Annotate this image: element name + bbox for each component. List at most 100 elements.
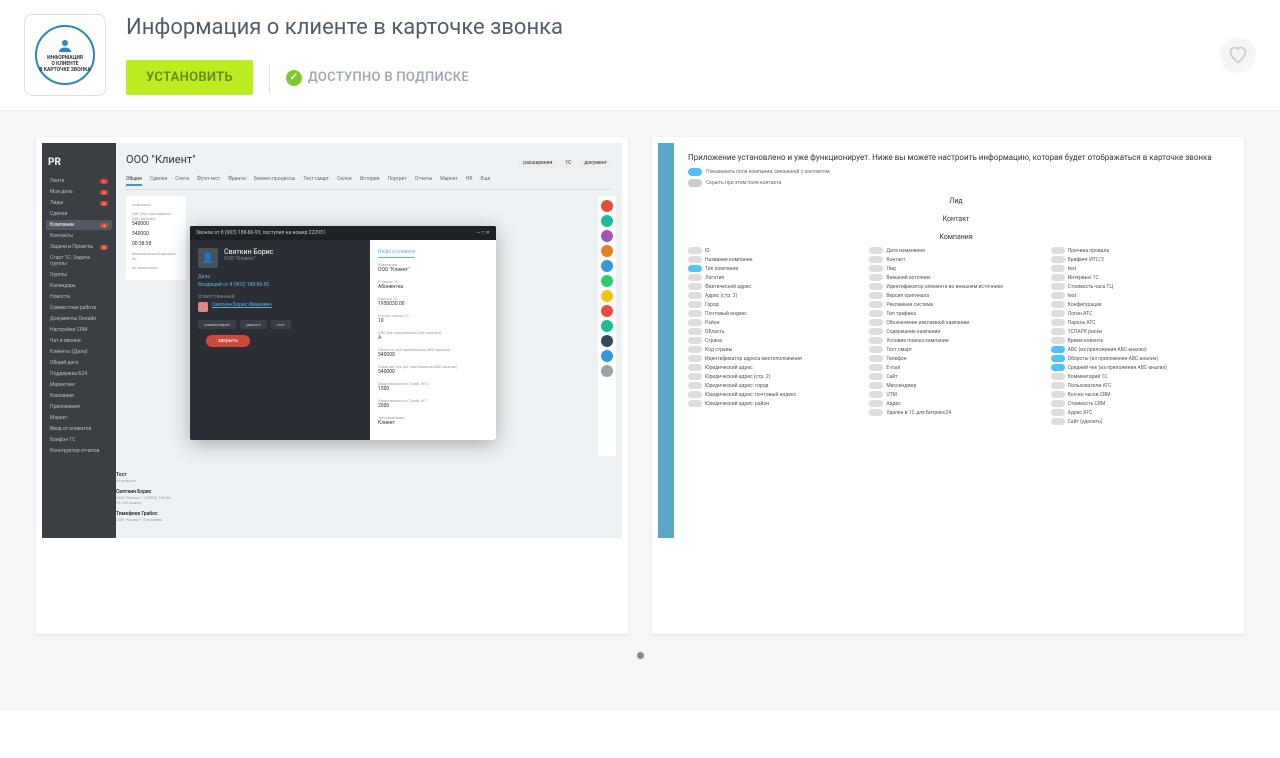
sidebar-item[interactable]: Старт 1С: Задача группы xyxy=(46,253,112,269)
field-toggle[interactable]: Адрес (стр. 2) xyxy=(688,292,861,299)
field-toggle[interactable]: Версия оригинала xyxy=(869,292,1042,299)
field-toggle[interactable]: Адрес xyxy=(869,400,1042,407)
modal-action[interactable]: тест xyxy=(271,320,291,329)
field-toggle[interactable]: Условие поиска кампании xyxy=(869,337,1042,344)
field-toggle[interactable]: E-mail xyxy=(869,364,1042,371)
tab[interactable]: Склон xyxy=(337,176,352,186)
sidebar-item[interactable]: Маркет xyxy=(46,413,112,423)
tab[interactable]: История xyxy=(360,176,380,186)
sidebar-item[interactable]: Совместная работа xyxy=(46,303,112,313)
field-toggle[interactable]: Логин АТС xyxy=(1051,310,1224,317)
field-toggle[interactable]: Тип компании xyxy=(688,265,861,272)
field-toggle[interactable]: Комментарий 1С xyxy=(1051,373,1224,380)
tab[interactable]: HR xyxy=(466,176,473,186)
field-toggle[interactable]: Юридический адрес: город xyxy=(688,382,861,389)
sidebar-item[interactable]: Компании4 xyxy=(46,220,112,230)
field-toggle[interactable]: Телефон xyxy=(869,355,1042,362)
field-toggle[interactable]: Страна xyxy=(688,337,861,344)
sidebar-item[interactable]: Сделки xyxy=(46,209,112,219)
field-toggle[interactable]: Лид xyxy=(869,265,1042,272)
rail-contact[interactable] xyxy=(601,290,613,302)
sidebar-item[interactable]: Приложения xyxy=(46,402,112,412)
field-toggle[interactable]: Город xyxy=(688,301,861,308)
field-toggle[interactable]: Тест смарт xyxy=(869,346,1042,353)
field-toggle[interactable]: Мессенджер xyxy=(869,382,1042,389)
field-toggle[interactable]: test xyxy=(1051,265,1224,272)
sidebar-item[interactable]: Ввод от клиентов xyxy=(46,424,112,434)
field-toggle[interactable]: Стоимость часа ТЦ xyxy=(1051,283,1224,290)
tab[interactable]: Фулл-тест xyxy=(197,176,220,186)
field-toggle[interactable]: Юридический адрес: район xyxy=(688,400,861,407)
sidebar-item[interactable]: Новости xyxy=(46,292,112,302)
screenshot-card-1[interactable]: PR Лента1Мои дела2Лиды3СделкиКомпании4Ко… xyxy=(36,137,628,634)
field-toggle[interactable]: Пользователи АТС xyxy=(1051,382,1224,389)
rail-contact[interactable] xyxy=(601,335,613,347)
tab[interactable]: Тест смарт xyxy=(303,176,329,186)
ext-button[interactable]: расширения xyxy=(518,158,557,168)
sidebar-item[interactable]: Общий диск xyxy=(46,358,112,368)
field-toggle[interactable]: Сайт xyxy=(869,373,1042,380)
sidebar-item[interactable]: Чат и звонки xyxy=(46,336,112,346)
field-toggle[interactable]: UTM xyxy=(869,391,1042,398)
field-toggle[interactable]: Кол-во часов CRM xyxy=(1051,391,1224,398)
rail-contact[interactable] xyxy=(601,230,613,242)
sidebar-item[interactable]: Конструктор отчетов xyxy=(46,446,112,456)
sidebar-item[interactable]: Календарь xyxy=(46,281,112,291)
sidebar-item[interactable]: Лиды3 xyxy=(46,198,112,208)
field-toggle[interactable]: Содержание кампании xyxy=(869,328,1042,335)
toggle-row-1[interactable]: Показывать поля компании, связанной с ко… xyxy=(688,168,1224,176)
field-toggle[interactable]: Причина провала xyxy=(1051,247,1224,254)
field-toggle[interactable]: Юридический адрес (стр. 2) xyxy=(688,373,861,380)
field-toggle[interactable]: Юридический адрес: почтовый индекс xyxy=(688,391,861,398)
sidebar-item[interactable]: Группы xyxy=(46,270,112,280)
field-toggle[interactable]: ID xyxy=(688,247,861,254)
rail-contact[interactable] xyxy=(601,260,613,272)
field-toggle[interactable]: Код страны xyxy=(688,346,861,353)
1c-button[interactable]: 1С xyxy=(560,158,576,168)
field-toggle[interactable]: Пароль АТС xyxy=(1051,319,1224,326)
rail-contact[interactable] xyxy=(601,305,613,317)
sidebar-item[interactable]: Лента1 xyxy=(46,176,112,186)
sidebar-item[interactable]: Боефон 1С xyxy=(46,435,112,445)
sidebar-item[interactable]: Поддержка Б24 xyxy=(46,369,112,379)
rail-contact[interactable] xyxy=(601,215,613,227)
field-toggle[interactable]: Почтовый индекс xyxy=(688,310,861,317)
rail-contact[interactable] xyxy=(601,245,613,257)
tab[interactable]: Сделки xyxy=(150,176,167,186)
field-toggle[interactable]: Внешний источник xyxy=(869,274,1042,281)
sidebar-item[interactable]: Контакты xyxy=(46,231,112,241)
field-toggle[interactable]: Юридический адрес xyxy=(688,364,861,371)
tab[interactable]: Общие xyxy=(126,176,142,186)
pager-dot[interactable] xyxy=(637,652,644,659)
favorite-button[interactable] xyxy=(1220,37,1256,73)
sidebar-item[interactable]: Клиенты (Дела) xyxy=(46,347,112,357)
rail-contact[interactable] xyxy=(601,320,613,332)
screenshot-card-2[interactable]: Приложение установлено и уже функциониру… xyxy=(652,137,1244,634)
field-toggle[interactable]: Сайт (удалить) xyxy=(1051,418,1224,425)
sidebar-item[interactable]: Мои дела2 xyxy=(46,187,112,197)
field-toggle[interactable]: Интервью 1С xyxy=(1051,274,1224,281)
rail-contact[interactable] xyxy=(601,350,613,362)
close-button[interactable]: закрыть xyxy=(206,335,250,347)
field-toggle[interactable]: Брифинг ИТС/3 xyxy=(1051,256,1224,263)
field-toggle[interactable]: Контакт xyxy=(869,256,1042,263)
field-toggle[interactable]: Район xyxy=(688,319,861,326)
field-toggle[interactable]: Обороты (из приложения ABC-анализ) xyxy=(1051,355,1224,362)
rail-contact[interactable] xyxy=(601,275,613,287)
field-toggle[interactable]: Идентификатор адреса местоположения xyxy=(688,355,861,362)
field-toggle[interactable]: Удален в 1С для Битрикс24 xyxy=(869,409,1042,416)
tab[interactable]: Счета xyxy=(175,176,189,186)
rail-contact[interactable] xyxy=(601,200,613,212)
modal-action[interactable]: комментарий xyxy=(198,320,236,329)
sidebar-item[interactable]: Компания xyxy=(46,391,112,401)
field-toggle[interactable]: 1СПАРК риски xyxy=(1051,328,1224,335)
toggle-row-2[interactable]: Скрыть при этом поля контакта xyxy=(688,179,1224,187)
field-toggle[interactable]: Тип трафика xyxy=(869,310,1042,317)
doc-button[interactable]: документ xyxy=(579,158,612,168)
field-toggle[interactable]: test xyxy=(1051,292,1224,299)
field-toggle[interactable]: Название компании xyxy=(688,256,861,263)
incoming-call-link[interactable]: Входящий от 8 (903) 188-86-93 xyxy=(198,282,362,288)
tab[interactable]: Портрет xyxy=(387,176,406,186)
field-toggle[interactable]: ABC (из приложения ABC-анализ) xyxy=(1051,346,1224,353)
tab[interactable]: Отчеты xyxy=(415,176,432,186)
